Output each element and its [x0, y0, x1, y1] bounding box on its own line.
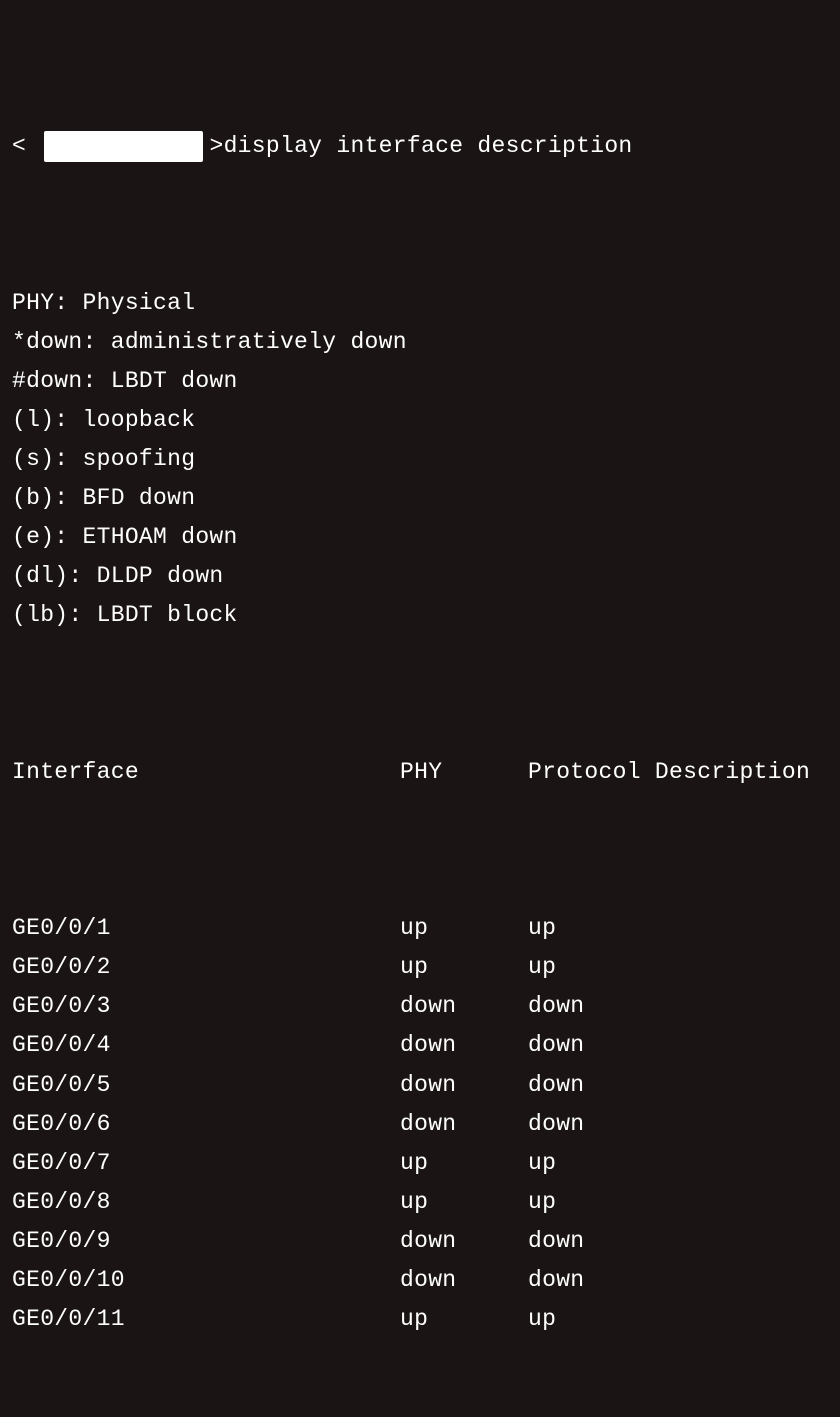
table-header-row: Interface PHY Protocol Description [12, 753, 828, 792]
cell-protocol: up [528, 948, 556, 987]
table-row: GE0/0/8upup [12, 1183, 828, 1222]
table-row: GE0/0/4downdown [12, 1026, 828, 1065]
terminal-output: < >display interface description PHY: Ph… [12, 10, 828, 1417]
table-row: GE0/0/10downdown [12, 1261, 828, 1300]
cell-phy: down [400, 1261, 528, 1300]
table-body: GE0/0/1upupGE0/0/2upupGE0/0/3downdownGE0… [12, 909, 828, 1339]
cell-phy: down [400, 1066, 528, 1105]
cell-phy: up [400, 1144, 528, 1183]
legend-line: (lb): LBDT block [12, 596, 828, 635]
cell-interface: GE0/0/3 [12, 987, 400, 1026]
cell-interface: GE0/0/4 [12, 1026, 400, 1065]
cell-interface: GE0/0/5 [12, 1066, 400, 1105]
cell-phy: up [400, 909, 528, 948]
cell-interface: GE0/0/8 [12, 1183, 400, 1222]
legend-block: PHY: Physical*down: administratively dow… [12, 284, 828, 636]
cell-interface: GE0/0/11 [12, 1300, 400, 1339]
cell-phy: up [400, 1183, 528, 1222]
header-protocol: Protocol Description [528, 753, 810, 792]
cell-protocol: up [528, 909, 556, 948]
cell-protocol: down [528, 1066, 584, 1105]
cell-protocol: down [528, 987, 584, 1026]
cell-phy: up [400, 948, 528, 987]
cell-interface: GE0/0/2 [12, 948, 400, 987]
legend-line: #down: LBDT down [12, 362, 828, 401]
cell-phy: up [400, 1300, 528, 1339]
command-text: display interface description [224, 127, 633, 166]
legend-line: (l): loopback [12, 401, 828, 440]
cell-protocol: down [528, 1026, 584, 1065]
legend-line: PHY: Physical [12, 284, 828, 323]
table-row: GE0/0/5downdown [12, 1066, 828, 1105]
legend-line: (b): BFD down [12, 479, 828, 518]
redacted-hostname [26, 127, 209, 166]
cell-protocol: down [528, 1261, 584, 1300]
table-row: GE0/0/7upup [12, 1144, 828, 1183]
cell-interface: GE0/0/6 [12, 1105, 400, 1144]
cell-phy: down [400, 1105, 528, 1144]
cell-protocol: down [528, 1222, 584, 1261]
table-row: GE0/0/2upup [12, 948, 828, 987]
cell-protocol: down [528, 1105, 584, 1144]
cell-phy: down [400, 987, 528, 1026]
prompt-bracket-open: < [12, 127, 26, 166]
cell-interface: GE0/0/10 [12, 1261, 400, 1300]
table-row: GE0/0/6downdown [12, 1105, 828, 1144]
cell-protocol: up [528, 1144, 556, 1183]
table-row: GE0/0/9downdown [12, 1222, 828, 1261]
table-row: GE0/0/11upup [12, 1300, 828, 1339]
header-interface: Interface [12, 753, 400, 792]
table-row: GE0/0/1upup [12, 909, 828, 948]
cell-interface: GE0/0/1 [12, 909, 400, 948]
legend-line: (dl): DLDP down [12, 557, 828, 596]
prompt-line: < >display interface description [12, 127, 828, 166]
prompt-bracket-close: > [209, 127, 223, 166]
cell-phy: down [400, 1026, 528, 1065]
cell-protocol: up [528, 1183, 556, 1222]
header-phy: PHY [400, 753, 528, 792]
legend-line: *down: administratively down [12, 323, 828, 362]
legend-line: (s): spoofing [12, 440, 828, 479]
cell-protocol: up [528, 1300, 556, 1339]
table-row: GE0/0/3downdown [12, 987, 828, 1026]
cell-interface: GE0/0/9 [12, 1222, 400, 1261]
cell-phy: down [400, 1222, 528, 1261]
legend-line: (e): ETHOAM down [12, 518, 828, 557]
cell-interface: GE0/0/7 [12, 1144, 400, 1183]
